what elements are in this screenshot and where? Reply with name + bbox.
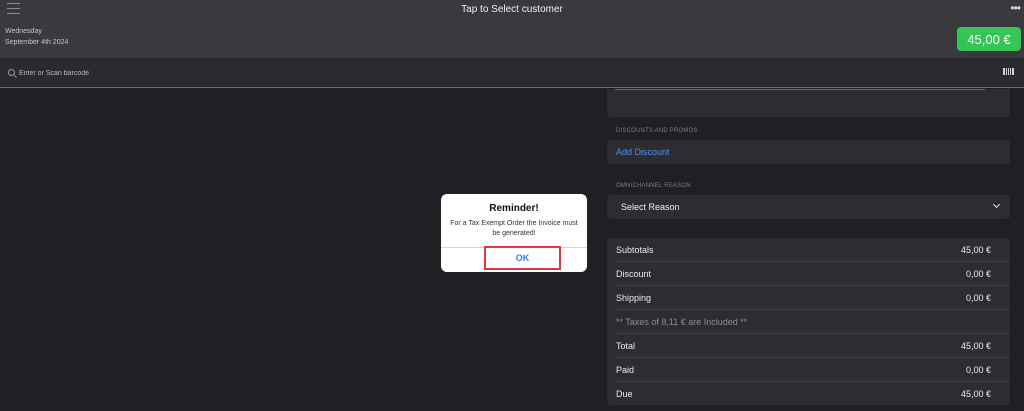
ok-button[interactable]: OK — [484, 246, 561, 270]
notes-card — [607, 89, 1010, 117]
totals-row-due: Due 45,00 € — [607, 382, 1010, 406]
totals-label: Due — [616, 389, 633, 399]
totals-row-total: Total 45,00 € — [607, 334, 1010, 358]
select-reason-label: Select Reason — [621, 202, 680, 212]
totals-label: Total — [616, 341, 636, 351]
search-icon — [8, 69, 15, 76]
barcode-scan-icon[interactable] — [1003, 68, 1014, 75]
date-label: September 4th 2024 — [5, 39, 69, 46]
barcode-search-input[interactable] — [19, 67, 319, 79]
totals-row-shipping: Shipping 0,00 € — [607, 286, 1010, 310]
totals-value: 45,00 € — [960, 245, 991, 255]
totals-row-paid: Paid 0,00 € — [607, 358, 1010, 382]
top-header: Tap to Select customer ••• Wednesday Sep… — [0, 0, 1024, 58]
totals-label: Shipping — [616, 293, 652, 303]
totals-label: Paid — [616, 365, 635, 375]
totals-value: 45,00 € — [960, 389, 991, 399]
totals-row-subtotals: Subtotals 45,00 € — [607, 238, 1010, 262]
reminder-dialog: Reminder! For a Tax Exempt Order the Inv… — [441, 194, 587, 272]
discounts-section-label: DISCOUNTS AND PROMOS — [616, 128, 698, 134]
totals-label: Discount — [616, 269, 652, 279]
select-reason-dropdown[interactable]: Select Reason — [607, 195, 1010, 219]
totals-label: Subtotals — [616, 245, 654, 255]
dialog-message: For a Tax Exempt Order the Invoice must … — [450, 220, 578, 237]
tax-note-text: ** Taxes of 8,11 € are Included ** — [616, 317, 748, 327]
select-customer-title[interactable]: Tap to Select customer — [0, 4, 1024, 15]
totals-value: 45,00 € — [960, 341, 991, 351]
totals-row-discount: Discount 0,00 € — [607, 262, 1010, 286]
chevron-down-icon — [992, 200, 1001, 209]
search-bar — [0, 58, 1024, 88]
totals-value: 0,00 € — [965, 269, 991, 279]
omnichannel-section-label: OMNICHANNEL REASON — [616, 183, 691, 189]
totals-value: 0,00 € — [965, 365, 991, 375]
totals-row-tax-note: ** Taxes of 8,11 € are Included ** — [607, 310, 1010, 334]
totals-card: Subtotals 45,00 € Discount 0,00 € Shippi… — [607, 238, 1010, 405]
totals-value: 0,00 € — [965, 293, 991, 303]
add-discount-button[interactable]: Add Discount — [607, 140, 1010, 164]
dialog-title: Reminder! — [489, 203, 539, 214]
cart-total-button[interactable]: 45,00 € — [957, 27, 1021, 51]
more-options-icon[interactable]: ••• — [1010, 1, 1021, 15]
order-summary-panel: DISCOUNTS AND PROMOS Add Discount OMNICH… — [607, 89, 1024, 411]
weekday-label: Wednesday — [5, 28, 42, 35]
